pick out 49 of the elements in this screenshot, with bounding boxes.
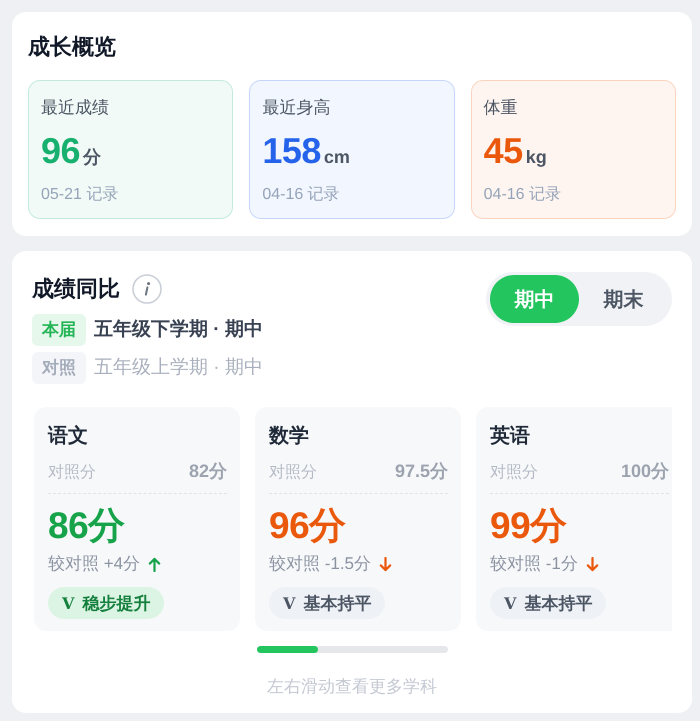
baseline-label: 对照分 <box>490 462 538 483</box>
record-date: 05-21 记录 <box>41 185 118 205</box>
baseline-score: 100分 <box>620 460 669 483</box>
baseline-label: 对照分 <box>269 462 317 483</box>
scroll-hint: 左右滑动查看更多学科 <box>267 676 437 698</box>
badge-label: 稳步提升 <box>82 592 150 614</box>
badge-label: 基本持平 <box>303 592 372 614</box>
badge-label: 基本持平 <box>524 592 592 614</box>
stat-label: 最近身高 <box>262 97 330 119</box>
section-title: 成长概览 <box>28 33 116 61</box>
stat-unit: cm <box>324 146 350 169</box>
subject-score: 99分 <box>490 504 567 548</box>
stat-unit: kg <box>526 146 547 169</box>
badge-mark: V <box>283 594 296 612</box>
scrollbar-thumb[interactable] <box>256 646 318 653</box>
subject-name: 英语 <box>490 424 530 449</box>
stat-value: 96 <box>41 131 80 171</box>
subject-card[interactable]: 语文 对照分 82分 86分 较对照 +4分 V 稳步提升 <box>34 407 240 631</box>
badge-mark: V <box>504 594 516 612</box>
stat-value: 158 <box>262 131 321 171</box>
period-text: 五年级下学期 · 期中 <box>94 318 263 342</box>
subject-score: 86分 <box>48 504 125 548</box>
period-text: 五年级上学期 · 期中 <box>94 356 263 380</box>
change-text: 较对照 -1.5分 <box>269 553 372 575</box>
baseline-score: 82分 <box>188 460 227 483</box>
arrow-down-icon <box>586 556 599 572</box>
baseline-score: 97.5分 <box>394 460 448 483</box>
stat-value: 45 <box>484 131 523 171</box>
period-tag: 本届 <box>32 314 86 346</box>
stat-label: 体重 <box>484 97 518 119</box>
subject-score: 96分 <box>269 504 346 548</box>
period-tag: 对照 <box>32 352 86 384</box>
subject-card[interactable]: 数学 对照分 97.5分 96分 较对照 -1.5分 V 基本持平 <box>255 407 461 631</box>
stat-unit: 分 <box>83 146 102 169</box>
section-title: 成绩同比 <box>32 275 120 303</box>
change-text: 较对照 -1分 <box>490 553 578 575</box>
subject-name: 语文 <box>48 424 88 449</box>
badge-mark: V <box>62 594 74 612</box>
stat-label: 最近成绩 <box>41 97 109 119</box>
record-date: 04-16 记录 <box>484 185 562 205</box>
arrow-down-icon <box>379 556 392 572</box>
subject-card[interactable]: 英语 对照分 100分 99分 较对照 -1分 V 基本持平 <box>476 407 672 631</box>
baseline-label: 对照分 <box>48 462 96 483</box>
info-icon[interactable] <box>132 274 162 304</box>
record-date: 04-16 记录 <box>262 185 340 205</box>
arrow-up-icon <box>148 556 162 572</box>
term-tab[interactable]: 期末 <box>579 275 668 323</box>
change-text: 较对照 +4分 <box>48 553 140 575</box>
subject-name: 数学 <box>269 424 309 449</box>
